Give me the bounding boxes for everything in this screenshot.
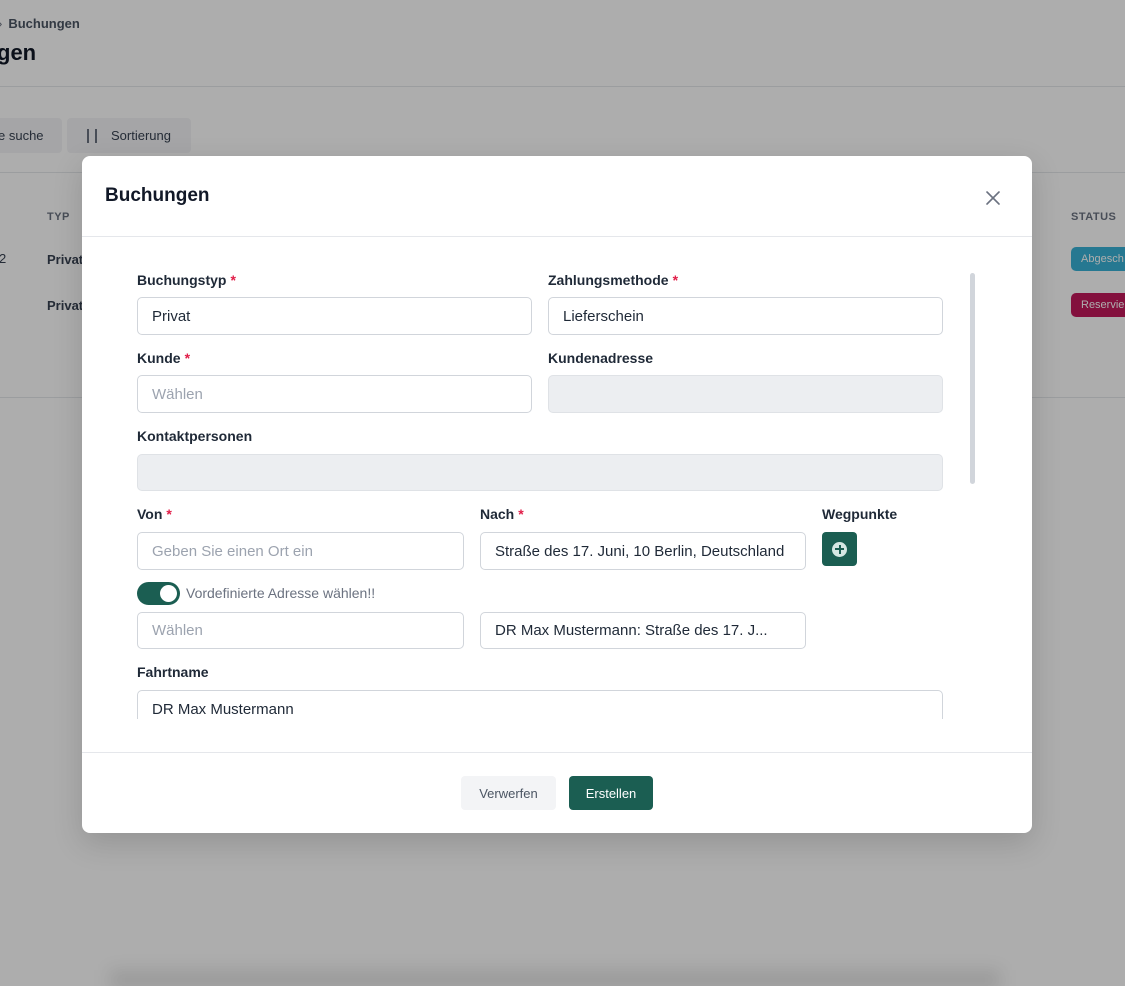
fahrtname-input[interactable]: DR Max Mustermann [137, 690, 943, 719]
buchungstyp-label: Buchungstyp * [137, 272, 236, 288]
modal-footer: Verwerfen Erstellen [82, 752, 1032, 833]
nach-input[interactable]: Straße des 17. Juni, 10 Berlin, Deutschl… [480, 532, 806, 570]
required-marker: * [672, 272, 679, 288]
required-marker: * [230, 272, 236, 288]
fahrtname-label: Fahrtname [137, 664, 209, 680]
booking-modal: Buchungen Buchungstyp * Privat Zahlungsme… [82, 156, 1032, 833]
close-button[interactable] [982, 187, 1004, 209]
modal-header: Buchungen [82, 156, 1032, 237]
nach-label: Nach * [480, 506, 524, 522]
required-marker: * [184, 350, 191, 366]
shadow [110, 970, 1000, 986]
required-marker: * [166, 506, 172, 522]
add-waypoint-button[interactable] [822, 532, 857, 566]
discard-button[interactable]: Verwerfen [461, 776, 556, 810]
kontaktpersonen-label: Kontaktpersonen [137, 428, 253, 444]
kontaktpersonen-field [137, 454, 943, 491]
zahlungsmethode-label: Zahlungsmethode * [548, 272, 679, 288]
nach-address-select[interactable]: DR Max Mustermann: Straße des 17. J... [480, 612, 806, 649]
plus-circle-icon [832, 541, 847, 557]
modal-title: Buchungen [105, 185, 210, 206]
modal-body[interactable]: Buchungstyp * Privat Zahlungsmethode * Lie… [82, 237, 1032, 719]
scrollbar[interactable] [970, 273, 975, 484]
von-input[interactable]: Geben Sie einen Ort ein [137, 532, 464, 570]
zahlungsmethode-select[interactable]: Lieferschein [548, 297, 943, 335]
predefined-address-label: Vordefinierte Adresse wählen!! [186, 585, 376, 601]
toggle-knob [160, 585, 177, 602]
create-button[interactable]: Erstellen [569, 776, 653, 810]
kunde-select[interactable]: Wählen [137, 375, 532, 413]
kundenadresse-label: Kundenadresse [548, 350, 654, 366]
required-marker: * [518, 506, 524, 522]
von-label: Von * [137, 506, 172, 522]
kundenadresse-field [548, 375, 943, 413]
wegpunkte-label: Wegpunkte [822, 506, 898, 522]
von-address-select[interactable]: Wählen [137, 612, 464, 649]
buchungstyp-select[interactable]: Privat [137, 297, 532, 335]
close-icon [986, 191, 1000, 205]
predefined-address-toggle[interactable] [137, 582, 180, 605]
kunde-label: Kunde * [137, 350, 191, 366]
